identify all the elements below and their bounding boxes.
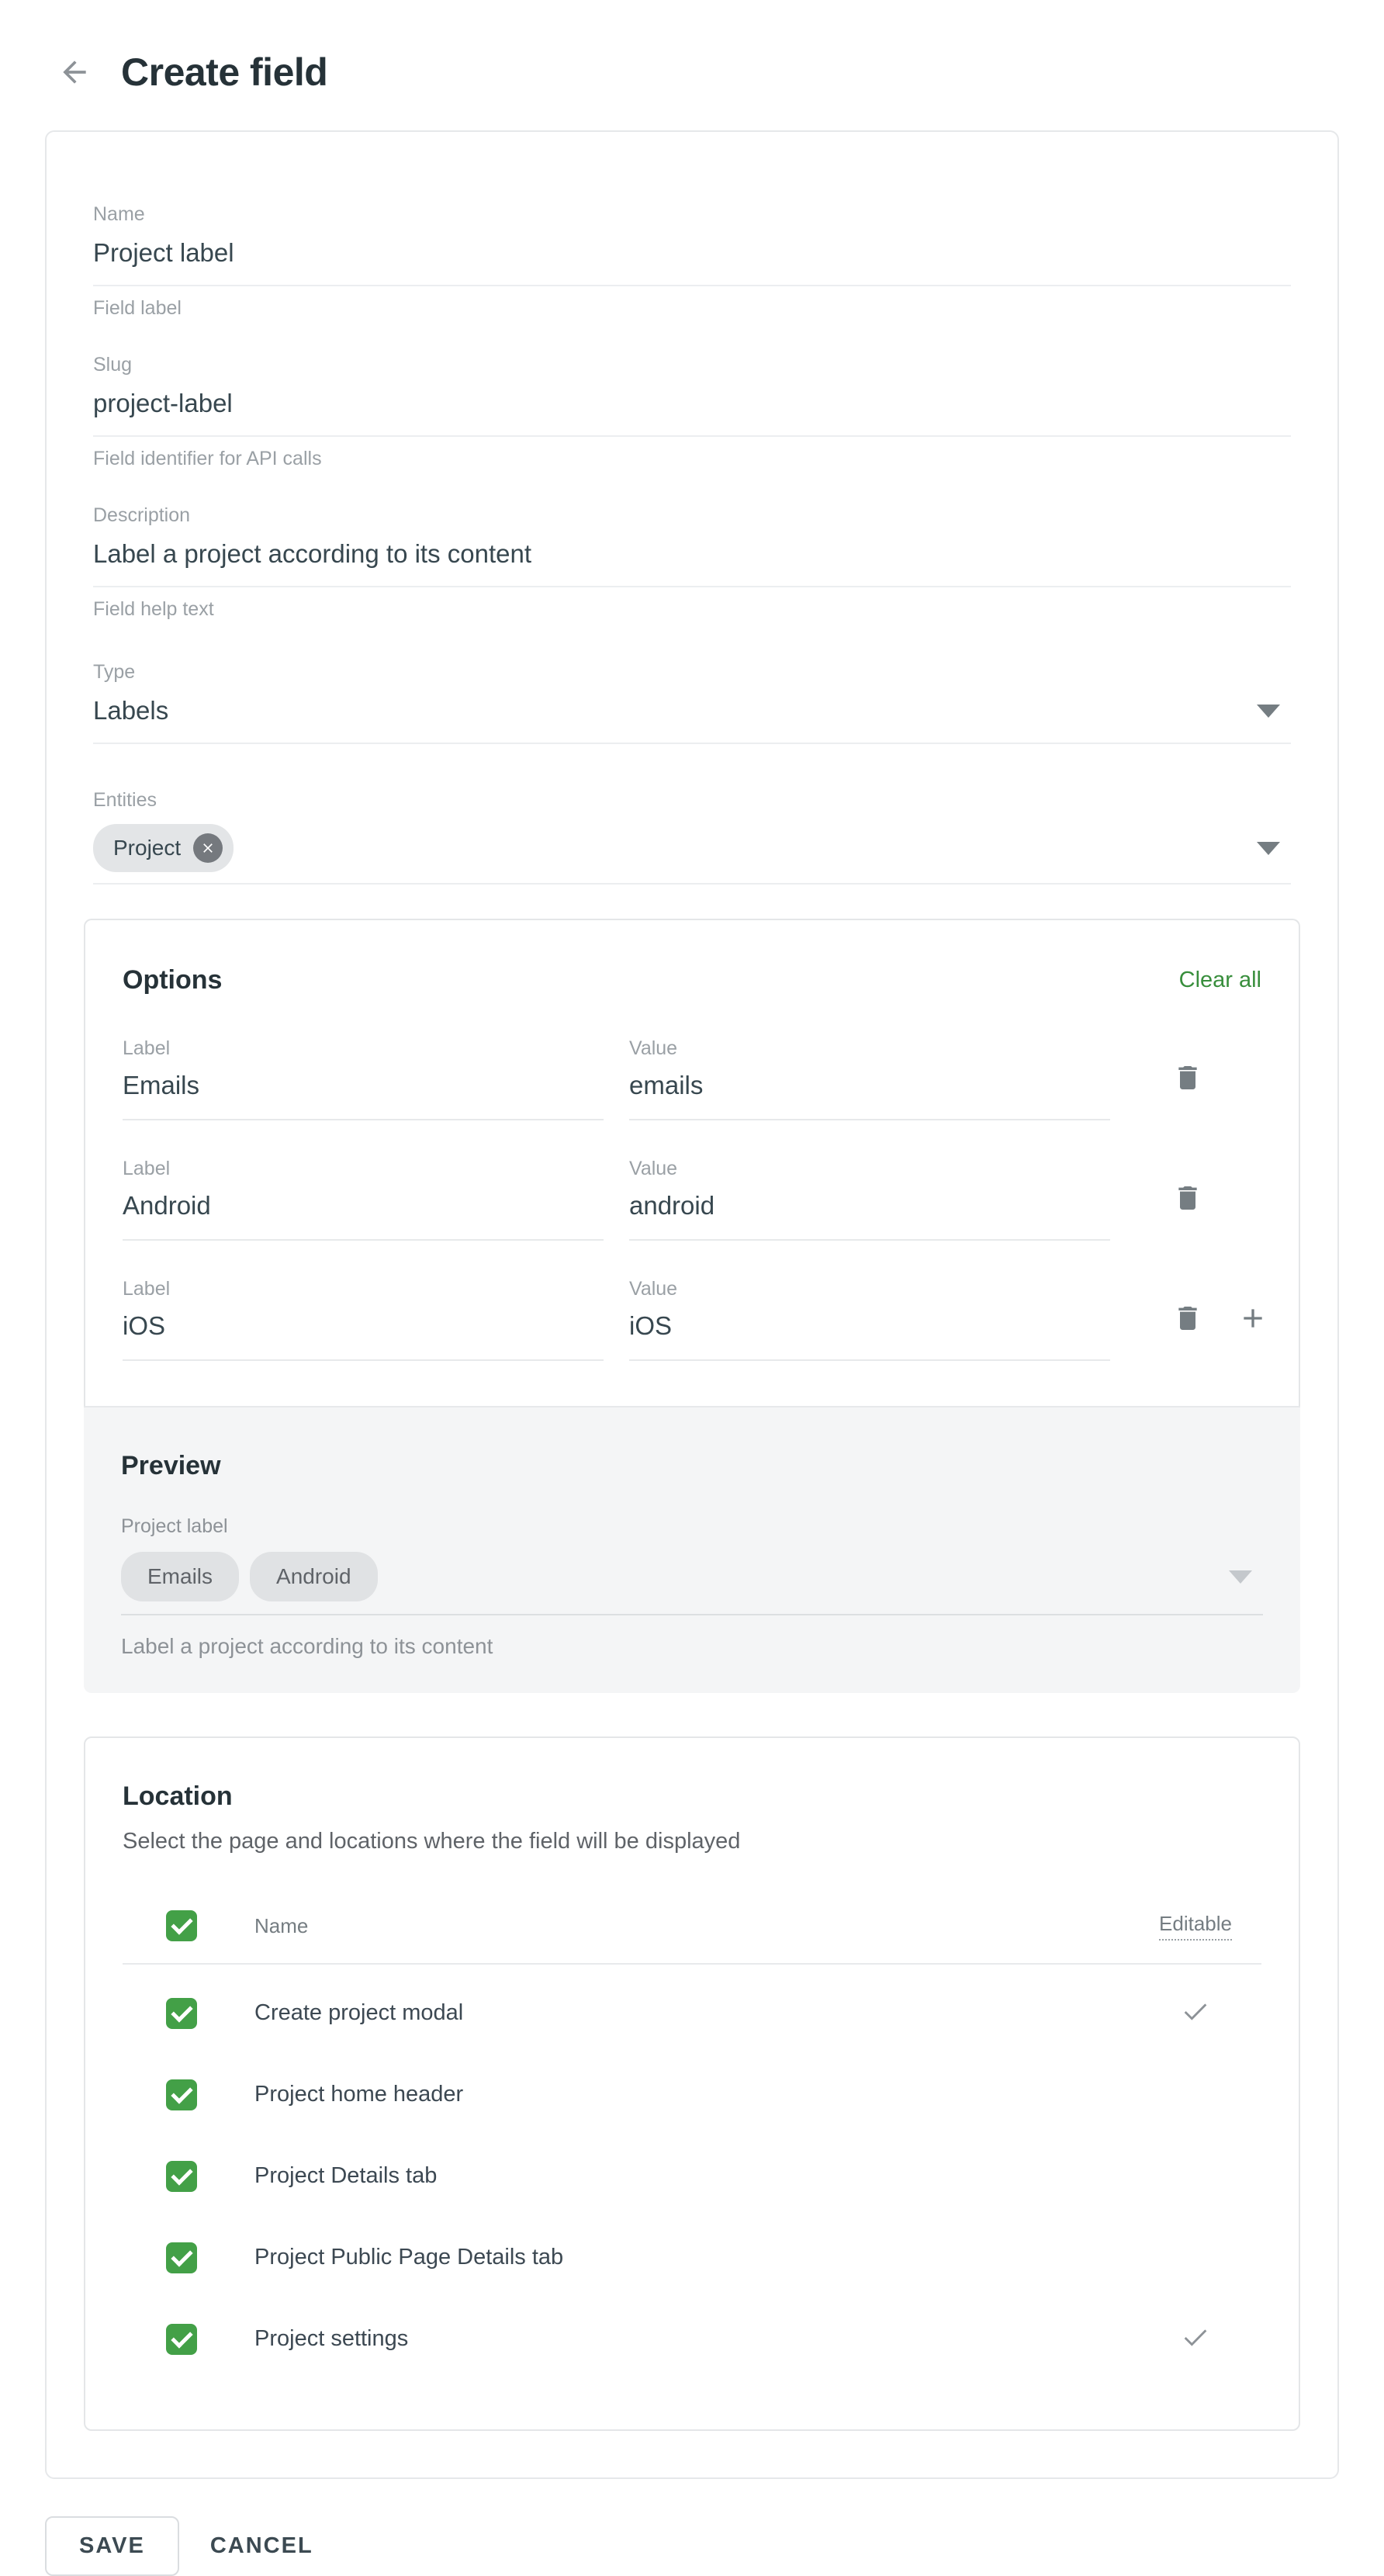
options-row-list: Label Emails Value emails Label Android … bbox=[123, 1037, 1261, 1361]
entities-field-label: Entities bbox=[93, 789, 1291, 812]
preview-labels-select[interactable]: Emails Android bbox=[121, 1552, 1263, 1615]
plus-icon bbox=[1237, 1303, 1268, 1334]
location-col-editable: Editable bbox=[1159, 1912, 1232, 1941]
entities-select[interactable]: Project bbox=[93, 824, 1291, 885]
save-button[interactable]: SAVE bbox=[45, 2516, 179, 2576]
option-value-caption: Value bbox=[629, 1037, 1110, 1060]
slug-field-block: Slug project-label Field identifier for … bbox=[93, 354, 1291, 470]
preview-chip: Android bbox=[250, 1552, 378, 1601]
name-input[interactable]: Project label bbox=[93, 238, 1291, 286]
trash-icon bbox=[1172, 1303, 1203, 1334]
preview-chip-list: Emails Android bbox=[121, 1552, 378, 1601]
type-field-block: Type Labels bbox=[93, 661, 1291, 744]
location-row-name: Project Details tab bbox=[197, 2163, 1130, 2189]
cancel-button[interactable]: CANCEL bbox=[210, 2533, 313, 2559]
preview-panel: Preview Project label Emails Android Lab… bbox=[84, 1406, 1300, 1693]
location-row: Project Details tab bbox=[123, 2135, 1261, 2217]
page-header: Create field bbox=[0, 0, 1384, 95]
type-select[interactable]: Labels bbox=[93, 696, 1291, 744]
option-row: Label Android Value android bbox=[123, 1158, 1261, 1241]
option-label-input[interactable]: Emails bbox=[123, 1071, 604, 1120]
create-field-card: Name Project label Field label Slug proj… bbox=[45, 130, 1339, 2479]
name-field-helper: Field label bbox=[93, 297, 1291, 320]
check-icon bbox=[1180, 2322, 1211, 2356]
option-value-caption: Value bbox=[629, 1278, 1110, 1300]
option-label-caption: Label bbox=[123, 1158, 604, 1180]
slug-input[interactable]: project-label bbox=[93, 389, 1291, 437]
add-option-button[interactable] bbox=[1237, 1302, 1269, 1335]
location-row-list: Create project modal Project home header… bbox=[123, 1972, 1261, 2380]
type-select-value: Labels bbox=[93, 696, 168, 725]
location-checkbox[interactable] bbox=[166, 2079, 197, 2110]
location-row: Project settings bbox=[123, 2298, 1261, 2380]
options-title: Options bbox=[123, 965, 222, 995]
description-field-label: Description bbox=[93, 504, 1291, 527]
location-row-name: Project home header bbox=[197, 2082, 1130, 2107]
preview-field-label: Project label bbox=[121, 1515, 1263, 1538]
arrow-left-icon bbox=[57, 55, 92, 89]
location-checkbox[interactable] bbox=[166, 2324, 197, 2355]
location-header-row: Name Editable bbox=[123, 1906, 1261, 1941]
check-icon bbox=[1180, 1996, 1211, 2031]
type-field-label: Type bbox=[93, 661, 1291, 684]
delete-option-button[interactable] bbox=[1171, 1302, 1204, 1335]
location-checkbox[interactable] bbox=[166, 1998, 197, 2029]
entity-chip-label: Project bbox=[113, 836, 181, 860]
location-row-name: Project Public Page Details tab bbox=[197, 2245, 1130, 2270]
options-panel: Options Clear all Label Emails Value ema… bbox=[84, 919, 1300, 1406]
slug-field-helper: Field identifier for API calls bbox=[93, 448, 1291, 470]
option-row: Label Emails Value emails bbox=[123, 1037, 1261, 1120]
option-value-input[interactable]: android bbox=[629, 1191, 1110, 1241]
location-row: Project home header bbox=[123, 2054, 1261, 2135]
option-label-input[interactable]: iOS bbox=[123, 1311, 604, 1361]
entity-chip: Project bbox=[93, 824, 234, 872]
entities-field-block: Entities Project bbox=[93, 789, 1291, 885]
chevron-down-icon bbox=[1229, 1570, 1252, 1584]
location-checkbox[interactable] bbox=[166, 2161, 197, 2192]
description-field-block: Description Label a project according to… bbox=[93, 504, 1291, 621]
options-header: Options Clear all bbox=[123, 965, 1261, 995]
location-subtitle: Select the page and locations where the … bbox=[123, 1829, 1261, 1854]
clear-all-link[interactable]: Clear all bbox=[1179, 968, 1261, 993]
delete-option-button[interactable] bbox=[1171, 1182, 1204, 1214]
location-row-name: Project settings bbox=[197, 2326, 1130, 2352]
location-row: Create project modal bbox=[123, 1972, 1261, 2054]
location-title: Location bbox=[123, 1781, 1261, 1812]
name-field-label: Name bbox=[93, 203, 1291, 226]
chevron-down-icon bbox=[1257, 842, 1280, 855]
back-button[interactable] bbox=[56, 54, 93, 91]
option-value-caption: Value bbox=[629, 1158, 1110, 1180]
location-panel: Location Select the page and locations w… bbox=[84, 1736, 1300, 2431]
trash-icon bbox=[1172, 1062, 1203, 1093]
chevron-down-icon bbox=[1257, 705, 1280, 718]
location-table: Name Editable Create project modal Proje… bbox=[123, 1906, 1261, 2380]
trash-icon bbox=[1172, 1182, 1203, 1214]
name-field-block: Name Project label Field label bbox=[93, 203, 1291, 320]
page-title: Create field bbox=[121, 50, 327, 95]
location-row-name: Create project modal bbox=[197, 2000, 1130, 2026]
preview-chip: Emails bbox=[121, 1552, 239, 1601]
option-label-caption: Label bbox=[123, 1037, 604, 1060]
location-checkbox[interactable] bbox=[166, 2242, 197, 2273]
table-header-divider bbox=[123, 1963, 1261, 1965]
slug-field-label: Slug bbox=[93, 354, 1291, 376]
preview-helper-text: Label a project according to its content bbox=[121, 1634, 1263, 1659]
entities-chip-list: Project bbox=[93, 824, 234, 872]
form-actions: SAVE CANCEL bbox=[45, 2516, 1384, 2576]
option-label-caption: Label bbox=[123, 1278, 604, 1300]
description-field-helper: Field help text bbox=[93, 598, 1291, 621]
option-value-input[interactable]: iOS bbox=[629, 1311, 1110, 1361]
remove-entity-button[interactable] bbox=[193, 833, 223, 863]
location-col-name: Name bbox=[197, 1914, 1130, 1938]
location-row: Project Public Page Details tab bbox=[123, 2217, 1261, 2298]
delete-option-button[interactable] bbox=[1171, 1061, 1204, 1094]
close-icon bbox=[200, 840, 216, 856]
preview-title: Preview bbox=[121, 1451, 1263, 1481]
option-label-input[interactable]: Android bbox=[123, 1191, 604, 1241]
option-value-input[interactable]: emails bbox=[629, 1071, 1110, 1120]
select-all-checkbox[interactable] bbox=[166, 1910, 197, 1941]
description-input[interactable]: Label a project according to its content bbox=[93, 539, 1291, 587]
option-row: Label iOS Value iOS bbox=[123, 1278, 1261, 1361]
